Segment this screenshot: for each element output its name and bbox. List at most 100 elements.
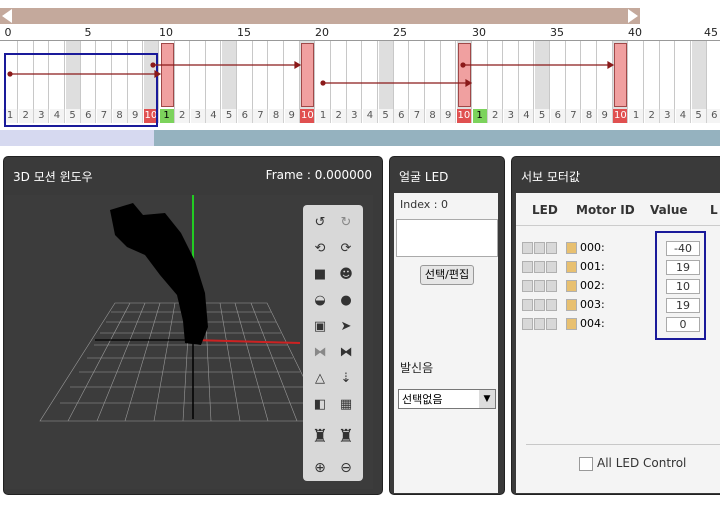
servo-value-input[interactable]: -40 [666,241,700,256]
frame-number[interactable]: 7 [409,109,425,123]
ruler-label: 10 [159,26,173,39]
led-toggle[interactable] [546,280,557,292]
zoom-out-icon[interactable]: ⊖ [335,457,357,479]
frame-number[interactable]: 10 [300,109,316,123]
led-toggle[interactable] [546,261,557,273]
scroll-right-icon[interactable] [628,9,638,23]
frame-number[interactable]: 4 [362,109,378,123]
servo-value-input[interactable]: 10 [666,279,700,294]
frame-number[interactable]: 8 [582,109,598,123]
frame-number[interactable]: 2 [488,109,504,123]
rotate-ccw-icon[interactable]: ↺ [309,211,331,233]
frame-number[interactable]: 1 [629,109,644,123]
motor-icon [566,299,577,311]
frame-number[interactable]: 3 [503,109,519,123]
frame-number[interactable]: 10 [456,109,472,123]
led-toggle[interactable] [534,280,545,292]
panel-title: 서보 모터값 [521,170,581,184]
select-edit-button[interactable]: 선택/편집 [420,265,474,285]
frame-number[interactable]: 8 [425,109,441,123]
mirror-right-icon[interactable]: ⧓ [335,341,357,363]
index-label: Index : 0 [400,198,448,211]
frame-number[interactable]: 6 [394,109,410,123]
keyframe-arrows [7,60,615,88]
scroll-left-icon[interactable] [2,9,12,23]
motor-id: 001: [580,260,605,273]
led-toggle[interactable] [534,261,545,273]
timeline-track-bar[interactable] [0,130,720,146]
servo-value-input[interactable]: 19 [666,298,700,313]
frame-number[interactable]: 5 [535,109,551,123]
frame-number[interactable]: 4 [206,109,222,123]
robot-front-icon[interactable]: ♜ [309,419,331,453]
frame-number[interactable]: 8 [269,109,285,123]
led-toggle[interactable] [546,299,557,311]
ruler-label: 5 [84,26,92,39]
motor-id: 000: [580,241,605,254]
frame-number[interactable]: 4 [519,109,535,123]
view-toolbar: ↺ ↻ ⟲ ⟳ ■ ☻ ◒ ● ▣ ➤ ⧓ ⧓ △ ⇣ ◧ ▦ ♜ ♜ ⊕ ⊖ [303,205,363,481]
layers-icon[interactable]: ◧ [309,393,331,415]
frame-readout: Frame : 0.000000 [265,168,372,182]
frame-number[interactable]: 1 [472,109,488,123]
led-toggle[interactable] [546,242,557,254]
frame-number[interactable]: 5 [691,109,707,123]
led-toggle[interactable] [522,242,533,254]
grid-icon[interactable]: ▦ [335,393,357,415]
frame-number[interactable]: 5 [222,109,238,123]
frame-number[interactable]: 3 [347,109,363,123]
download-icon[interactable]: ⇣ [335,367,357,389]
pointer-icon[interactable]: ➤ [335,315,357,337]
robot-head-icon[interactable]: ☻ [335,263,357,285]
led-toggle[interactable] [534,318,545,330]
led-toggle[interactable] [546,318,557,330]
cube-icon[interactable]: ■ [309,263,331,285]
frame-number[interactable]: 10 [613,109,629,123]
led-toggle[interactable] [522,299,533,311]
col-extra: L [710,203,718,217]
frame-number[interactable]: 6 [237,109,253,123]
sound-select[interactable]: 선택없음 ▼ [398,389,496,409]
motor-icon [566,318,577,330]
frame-number[interactable]: 5 [378,109,394,123]
led-toggle[interactable] [522,280,533,292]
face-led-body: Index : 0 선택/편집 발신음 선택없음 ▼ [394,193,498,493]
led-toggle[interactable] [522,318,533,330]
face-icon[interactable]: ● [335,289,357,311]
robot-side-icon[interactable]: ♜ [335,419,357,453]
frame-number[interactable]: 6 [550,109,566,123]
mirror-left-icon[interactable]: ⧓ [309,341,331,363]
viewport-3d[interactable]: ↺ ↻ ⟲ ⟳ ■ ☻ ◒ ● ▣ ➤ ⧓ ⧓ △ ⇣ ◧ ▦ ♜ ♜ ⊕ ⊖ [5,195,373,489]
helmet-icon[interactable]: ◒ [309,289,331,311]
rotate-cw-icon[interactable]: ↻ [335,211,357,233]
frame-number[interactable]: 9 [284,109,300,123]
frame-number[interactable]: 3 [190,109,206,123]
led-toggle[interactable] [534,299,545,311]
frame-number[interactable]: 2 [175,109,191,123]
triangle-icon[interactable]: △ [309,367,331,389]
frame-number[interactable]: 7 [566,109,582,123]
servo-value-input[interactable]: 19 [666,260,700,275]
frame-number[interactable]: 6 [707,109,720,123]
chevron-down-icon[interactable]: ▼ [479,390,495,408]
servo-value-input[interactable]: 0 [666,317,700,332]
frame-number[interactable]: 2 [331,109,347,123]
all-led-checkbox[interactable] [579,457,593,471]
fit-view-icon[interactable]: ▣ [309,315,331,337]
frame-number[interactable]: 1 [316,109,331,123]
frame-number[interactable]: 4 [675,109,691,123]
led-toggle[interactable] [522,261,533,273]
frame-number[interactable]: 7 [253,109,269,123]
reset-view-icon[interactable]: ⟳ [335,237,357,259]
frame-number[interactable]: 9 [441,109,457,123]
led-index-input[interactable] [396,219,498,257]
led-toggle[interactable] [534,242,545,254]
frame-number[interactable]: 3 [660,109,676,123]
rotate-view-icon[interactable]: ⟲ [309,237,331,259]
motor-icon [566,280,577,292]
frame-number[interactable]: 1 [159,109,175,123]
zoom-in-icon[interactable]: ⊕ [309,457,331,479]
timeline-scrollbar[interactable] [0,8,640,24]
frame-number[interactable]: 2 [644,109,660,123]
frame-number[interactable]: 9 [597,109,613,123]
